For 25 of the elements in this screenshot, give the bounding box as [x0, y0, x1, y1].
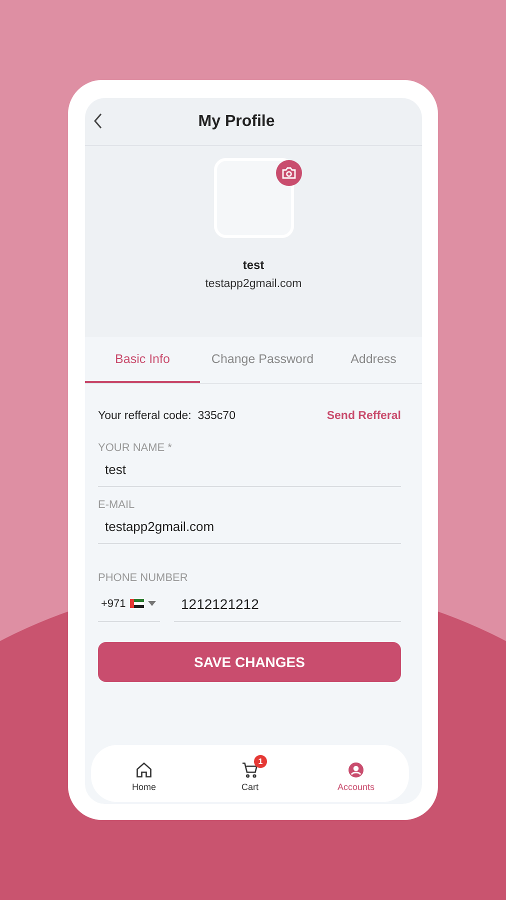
account-icon: [347, 761, 365, 779]
country-code-dropdown[interactable]: +971: [98, 586, 160, 622]
nav-item[interactable]: Home: [104, 755, 184, 792]
field-label: YOUR NAME *: [98, 442, 173, 454]
field-label: E-MAIL: [98, 499, 136, 511]
caret-icon: [148, 601, 156, 606]
nav-item[interactable]: Accounts: [316, 755, 396, 792]
profile-name: test: [242, 258, 264, 272]
referral-code-text: Your refferal code: 335c70: [98, 410, 236, 422]
input-field[interactable]: test: [98, 456, 401, 487]
profile-email: testapp2gmail.com: [205, 278, 302, 290]
home-icon: [135, 761, 153, 779]
phone-input-field[interactable]: 1212121212: [174, 590, 401, 622]
camera-icon: [282, 167, 296, 179]
send-referral-link[interactable]: Send Refferal: [326, 410, 401, 422]
tab[interactable]: Basic Info: [85, 337, 200, 383]
field-label: PHONE NUMBER: [98, 572, 189, 584]
screen-title: My Profile: [198, 112, 275, 130]
back-icon[interactable]: [93, 113, 103, 129]
save-changes-button[interactable]: SAVE CHANGES: [98, 642, 401, 682]
cart-count-badge: 1: [254, 755, 267, 768]
cart-icon: [241, 761, 259, 779]
flag-icon: [130, 599, 144, 608]
input-field[interactable]: testapp2gmail.com: [98, 513, 401, 544]
nav-item[interactable]: 1 Cart: [210, 755, 290, 792]
